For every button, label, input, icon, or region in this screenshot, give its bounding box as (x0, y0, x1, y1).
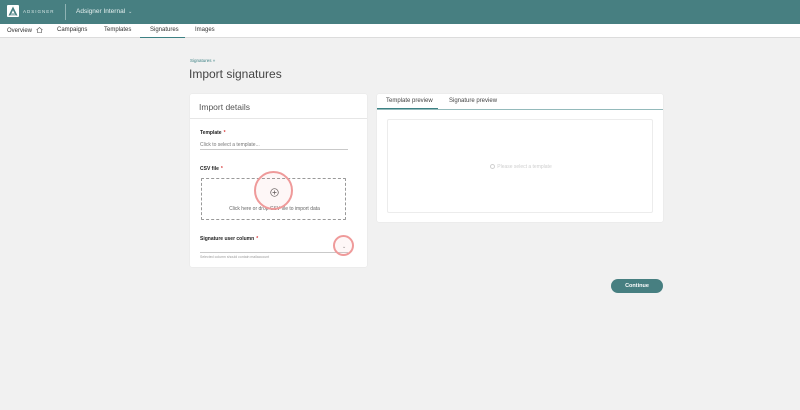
info-icon (490, 164, 496, 169)
adsigner-logo[interactable]: ADSIGNER (7, 5, 55, 17)
signature-user-column-select[interactable] (200, 246, 348, 253)
tab-signature-preview[interactable]: Signature preview (449, 98, 497, 109)
csv-dropzone[interactable]: Click here or drop CSV file to import da… (201, 178, 346, 220)
template-label-text: Template (200, 130, 222, 136)
breadcrumb[interactable]: Signatures » (190, 58, 215, 63)
nav-item-label: Overview (7, 28, 33, 34)
required-mark: * (223, 130, 226, 136)
card-divider (190, 118, 367, 119)
home-icon (35, 27, 43, 33)
chevron-down-icon[interactable]: ⌄ (342, 244, 346, 250)
tabs-underline (377, 109, 663, 110)
main-nav: Overview Campaigns Templates Signatures … (0, 24, 800, 38)
chevron-down-icon: ⌄ (128, 8, 133, 15)
nav-item-label: Campaigns (57, 27, 88, 33)
logo-text: ADSIGNER (23, 8, 55, 14)
required-mark: * (220, 166, 223, 172)
header-divider (65, 4, 66, 20)
top-bar: ADSIGNER Adsigner Internal ⌄ (0, 0, 800, 24)
logo-mark-icon (7, 5, 19, 17)
nav-item-label: Images (195, 27, 215, 33)
signature-user-column-label-text: Signature user column (200, 236, 255, 242)
preview-empty-text: Please select a template (497, 164, 552, 170)
continue-button[interactable]: Continue (611, 279, 663, 293)
csv-file-label-text: CSV file (200, 166, 219, 172)
column-hint: Selected column should contain mailaccou… (200, 255, 270, 259)
preview-card: Template preview Signature preview Pleas… (377, 94, 663, 222)
nav-item-label: Signatures (150, 27, 179, 33)
template-label: Template * (200, 130, 226, 136)
csv-file-label: CSV file * (200, 166, 223, 172)
tab-label: Signature preview (449, 98, 498, 104)
card-title: Import details (199, 102, 251, 112)
organization-selector[interactable]: Adsigner Internal ⌄ (76, 8, 132, 15)
nav-item-label: Templates (104, 27, 132, 33)
tab-label: Template preview (386, 98, 433, 104)
template-input[interactable] (200, 141, 348, 150)
page-title: Import signatures (189, 67, 282, 81)
tab-template-preview[interactable]: Template preview (377, 98, 438, 109)
required-mark: * (256, 236, 259, 242)
add-circle-icon (270, 188, 279, 197)
nav-item-signatures[interactable]: Signatures (140, 27, 185, 38)
nav-item-images[interactable]: Images (195, 27, 215, 38)
import-details-card: Import details Template* CSV file* Click… (190, 94, 367, 267)
dropzone-text: Click here or drop CSV file to import da… (229, 206, 320, 212)
preview-empty-message: Please select a template (388, 164, 654, 170)
signature-user-column-label: Signature user column * (200, 236, 258, 242)
nav-item-overview[interactable]: Overview (7, 27, 43, 38)
organization-name: Adsigner Internal (76, 8, 126, 15)
preview-area: Please select a template (387, 119, 653, 213)
nav-item-campaigns[interactable]: Campaigns (57, 27, 87, 38)
nav-item-templates[interactable]: Templates (104, 27, 131, 38)
